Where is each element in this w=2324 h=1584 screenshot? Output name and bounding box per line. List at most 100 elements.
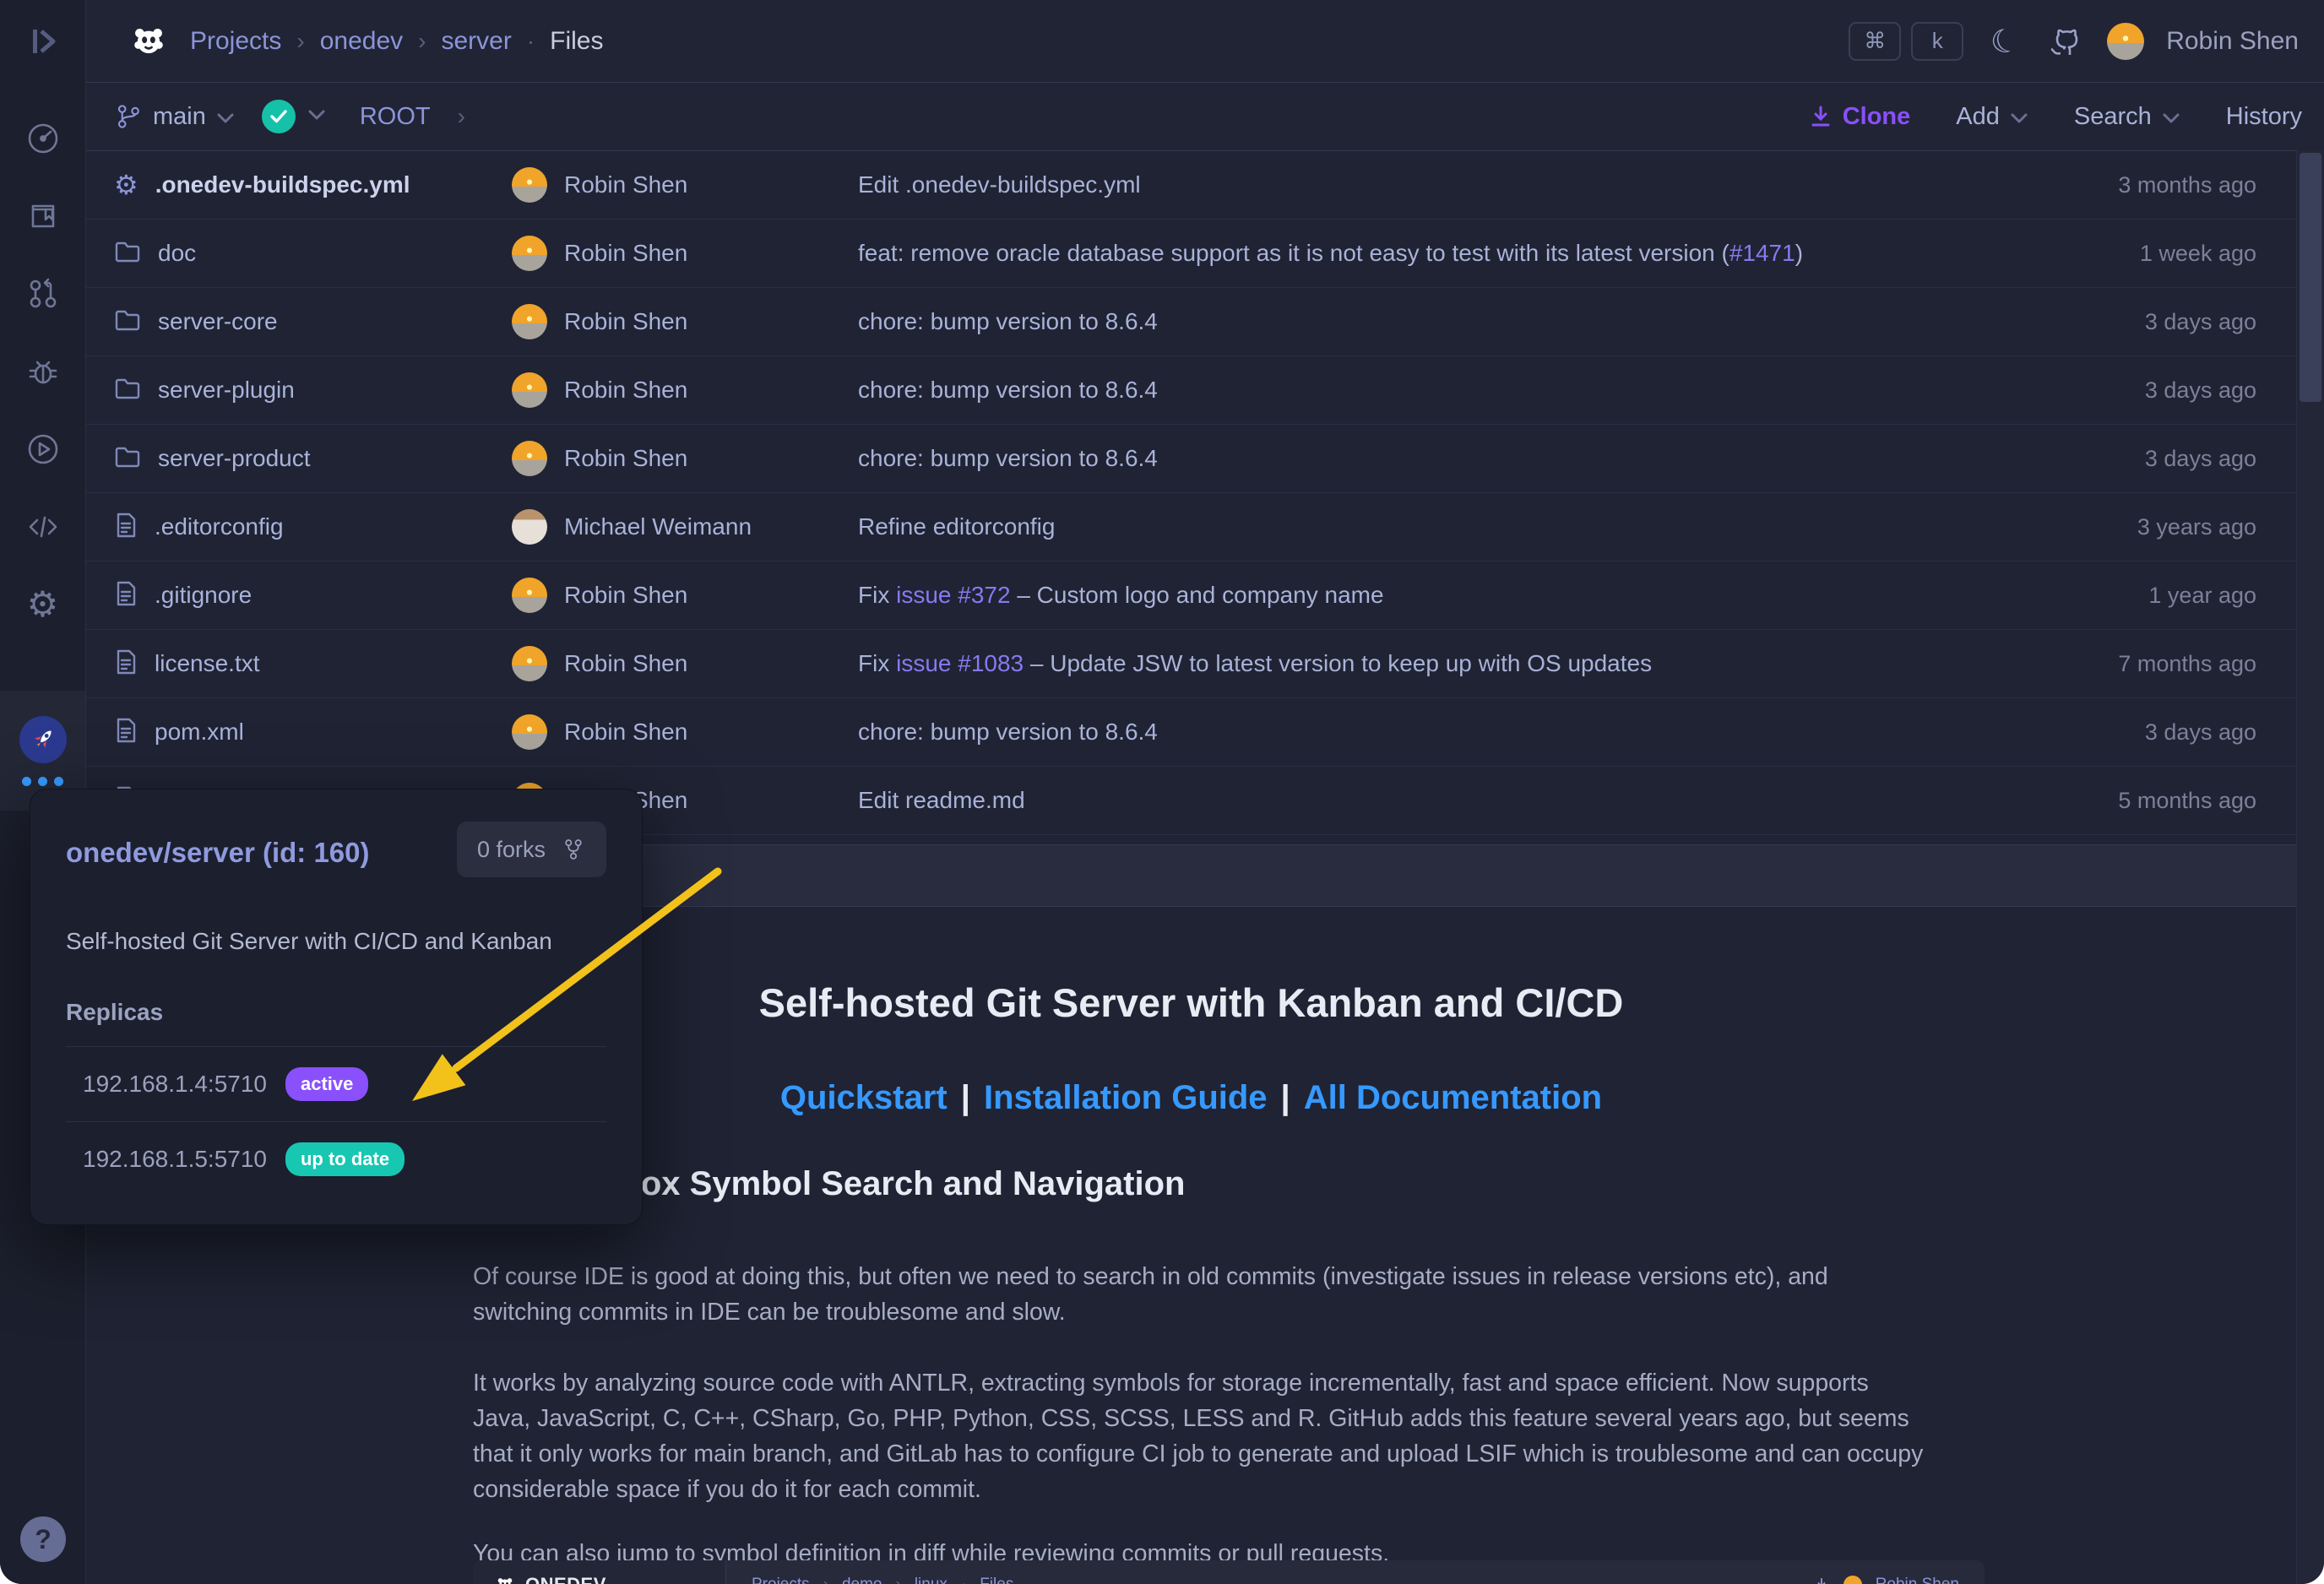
commit-message[interactable]: Refine editorconfig (858, 513, 1055, 540)
mini-chevron: › (896, 1576, 901, 1584)
more-projects-ellipsis-icon[interactable] (22, 777, 63, 786)
commit-date: 5 months ago (2045, 788, 2324, 814)
file-link[interactable]: server-core (158, 308, 278, 335)
readme-paragraph: Of course IDE is good at doing this, but… (473, 1259, 1925, 1330)
docs-book-icon[interactable] (24, 198, 62, 235)
table-row: ⚙.onedev-buildspec.yml Robin Shen Edit .… (85, 151, 2324, 220)
commit-date: 3 days ago (2045, 377, 2324, 404)
commit-message[interactable]: chore: bump version to 8.6.4 (858, 719, 1158, 745)
author-name: Robin Shen (564, 582, 687, 609)
issue-link[interactable]: issue #1083 (896, 650, 1024, 676)
file-link[interactable]: doc (158, 240, 196, 267)
commit-message[interactable]: Edit .onedev-buildspec.yml (858, 171, 1141, 198)
mini-user-name: Robin Shen (1876, 1576, 1959, 1584)
path-root-link[interactable]: ROOT (360, 103, 431, 131)
author-avatar (512, 236, 547, 271)
commit-date: 3 years ago (2045, 514, 2324, 540)
file-icon (114, 717, 138, 748)
commit-status-icon[interactable] (262, 100, 296, 133)
commit-message[interactable]: Edit readme.md (858, 787, 1025, 813)
quickstart-link[interactable]: Quickstart (780, 1079, 948, 1116)
breadcrumb-onedev[interactable]: onedev (320, 27, 403, 56)
all-documentation-link[interactable]: All Documentation (1304, 1079, 1602, 1116)
dark-mode-moon-icon[interactable]: ☾ (1981, 17, 2028, 64)
replica-row: 192.168.1.4:5710 active (66, 1067, 606, 1101)
help-button[interactable]: ? (20, 1516, 66, 1562)
settings-gear-icon[interactable]: ⚙ (24, 586, 62, 623)
builds-play-icon[interactable] (24, 431, 62, 468)
pull-request-icon[interactable] (24, 275, 62, 312)
file-link[interactable]: .onedev-buildspec.yml (155, 171, 410, 198)
table-row: server-plugin Robin Shen chore: bump ver… (85, 356, 2324, 425)
mini-onedev-logo (495, 1575, 515, 1584)
k-keycap[interactable]: k (1911, 22, 1963, 61)
file-icon (114, 648, 138, 680)
file-link[interactable]: server-plugin (158, 377, 295, 404)
commit-message[interactable]: Fix (858, 582, 896, 608)
user-name[interactable]: Robin Shen (2166, 27, 2299, 56)
add-menu[interactable]: Add (1956, 103, 2028, 131)
file-icon (114, 512, 138, 543)
commit-message[interactable]: feat: remove oracle database support as … (858, 240, 1729, 266)
project-rocket-icon[interactable] (19, 716, 67, 763)
scrollbar-thumb[interactable] (2300, 153, 2321, 402)
sidebar-expand-icon[interactable] (0, 0, 85, 82)
commit-date: 7 months ago (2045, 651, 2324, 677)
fork-icon (561, 837, 586, 862)
author-avatar (512, 646, 547, 681)
chevron-down-icon (2162, 103, 2180, 131)
page-scrollbar (2296, 150, 2324, 1584)
commit-date: 3 days ago (2045, 309, 2324, 335)
commit-message[interactable]: chore: bump version to 8.6.4 (858, 377, 1158, 403)
onedev-app-window: ⚙ ? (0, 0, 2324, 1584)
commit-message[interactable]: Fix (858, 650, 896, 676)
file-link[interactable]: pom.xml (155, 719, 244, 746)
breadcrumb-projects[interactable]: Projects (190, 27, 281, 56)
commit-date: 1 week ago (2045, 241, 2324, 267)
commit-message-post: – Update JSW to latest version to keep u… (1024, 650, 1652, 676)
readme-embedded-screenshot: ONEDEV Projects› demo› linux· Files Robi… (473, 1560, 1985, 1584)
commit-message[interactable]: chore: bump version to 8.6.4 (858, 445, 1158, 471)
chevron-down-icon (2010, 103, 2028, 131)
cmd-keycap[interactable]: ⌘ (1849, 22, 1901, 61)
forks-button[interactable]: 0 forks (457, 822, 606, 877)
dashboard-icon[interactable] (24, 120, 62, 157)
clone-button[interactable]: Clone (1809, 103, 1911, 131)
file-link[interactable]: server-product (158, 445, 311, 472)
table-row: server-core Robin Shen chore: bump versi… (85, 288, 2324, 356)
installation-guide-link[interactable]: Installation Guide (984, 1079, 1268, 1116)
replica-status-badge: active (285, 1067, 368, 1101)
replica-row: 192.168.1.5:5710 up to date (66, 1142, 606, 1176)
history-button[interactable]: History (2226, 103, 2302, 131)
commit-date: 3 days ago (2045, 446, 2324, 472)
onedev-logo[interactable] (129, 22, 168, 61)
bug-icon[interactable] (24, 353, 62, 390)
author-name: Robin Shen (564, 240, 687, 267)
top-header: Projects › onedev › server · Files ⌘ k ☾… (85, 0, 2324, 83)
user-avatar[interactable] (2107, 23, 2144, 60)
commit-message[interactable]: chore: bump version to 8.6.4 (858, 308, 1158, 334)
popup-project-title[interactable]: onedev/server (id: 160) (66, 837, 370, 869)
breadcrumb-files: Files (550, 27, 603, 56)
branch-selector[interactable]: main (114, 102, 235, 131)
table-row: server-product Robin Shen chore: bump ve… (85, 425, 2324, 493)
file-icon (114, 580, 138, 611)
breadcrumb-server[interactable]: server (441, 27, 511, 56)
file-link[interactable]: .editorconfig (155, 513, 284, 540)
commit-date: 1 year ago (2045, 583, 2324, 609)
folder-icon (114, 308, 141, 336)
mini-dot: · (961, 1576, 966, 1584)
file-link[interactable]: license.txt (155, 650, 260, 677)
mini-logo-text: ONEDEV (525, 1574, 606, 1584)
issue-link[interactable]: issue #372 (896, 582, 1010, 608)
mini-breadcrumb-item: linux (915, 1576, 948, 1584)
commit-message-post: ) (1795, 240, 1803, 266)
folder-icon (114, 240, 141, 268)
search-menu[interactable]: Search (2074, 103, 2180, 131)
status-chevron-down-icon[interactable] (307, 109, 326, 125)
code-icon[interactable] (24, 508, 62, 545)
file-link[interactable]: .gitignore (155, 582, 252, 609)
readme-paragraph: It works by analyzing source code with A… (473, 1365, 1925, 1507)
github-icon[interactable] (2046, 22, 2085, 61)
issue-link[interactable]: #1471 (1729, 240, 1795, 266)
